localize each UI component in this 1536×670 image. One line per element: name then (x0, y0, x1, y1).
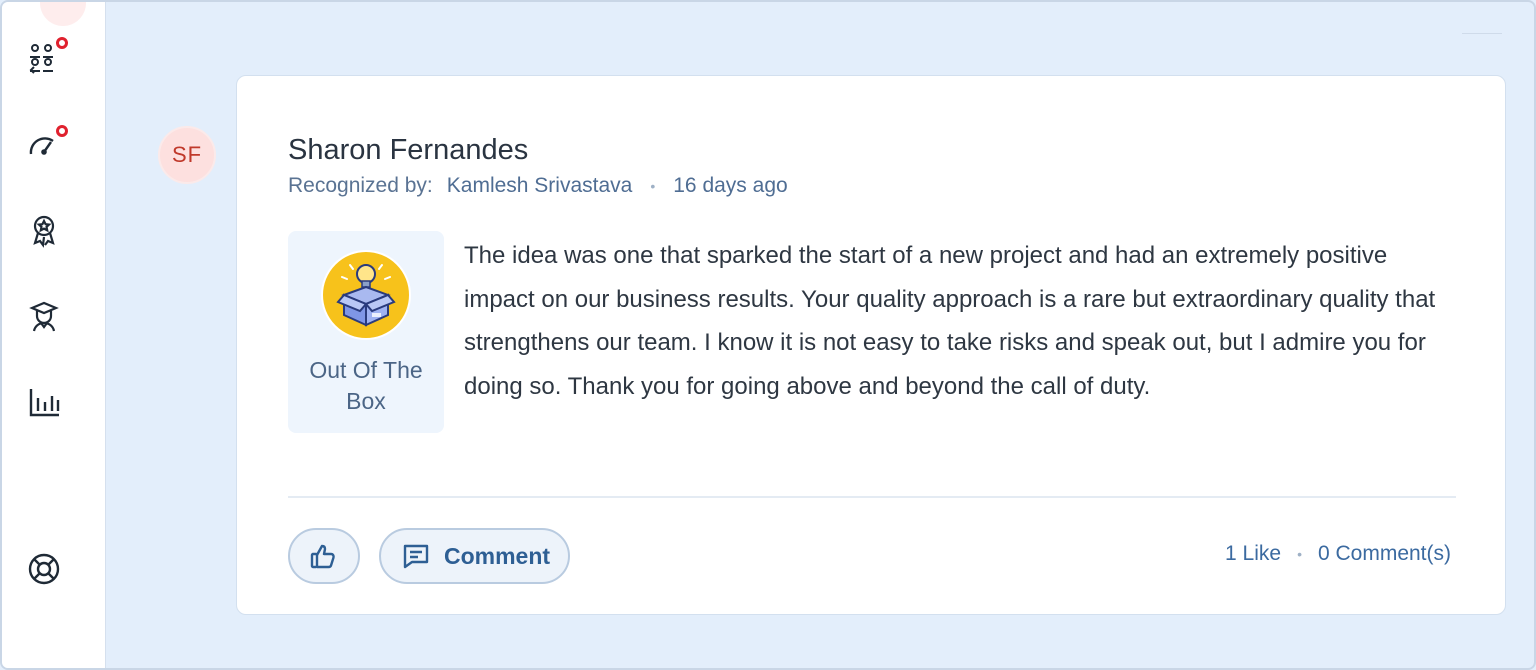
sidebar-item-learning[interactable] (24, 296, 64, 336)
engagement-stats: 1 Like • 0 Comment(s) (1225, 542, 1451, 566)
recognizer-name[interactable]: Kamlesh Srivastava (447, 174, 633, 198)
sidebar-item-team[interactable] (24, 37, 68, 78)
award-label: Out Of The Box (309, 357, 423, 414)
recognition-meta: Recognized by: Kamlesh Srivastava • 16 d… (288, 174, 788, 198)
notification-badge (56, 37, 68, 49)
award-badge: Out Of The Box (288, 231, 444, 433)
app-frame: SF Sharon Fernandes Recognized by: Kamle… (0, 0, 1536, 670)
recognition-message: The idea was one that sparked the start … (464, 242, 1436, 400)
graduate-icon (29, 301, 59, 332)
sidebar-top-highlight (40, 2, 86, 26)
recipient-name[interactable]: Sharon Fernandes (288, 134, 528, 167)
likes-count[interactable]: 1 Like (1225, 542, 1281, 566)
recognized-by-label: Recognized by: (288, 174, 433, 197)
avatar[interactable]: SF (158, 126, 216, 184)
sidebar (2, 2, 106, 668)
lifebuoy-icon (28, 553, 60, 585)
timestamp: 16 days ago (673, 174, 788, 197)
idea-box-icon (321, 250, 411, 340)
notification-badge (56, 125, 68, 137)
sidebar-item-analytics[interactable] (24, 382, 64, 422)
header-divider (1462, 33, 1502, 34)
comment-icon (403, 544, 429, 569)
like-button[interactable] (288, 528, 360, 584)
card-divider (288, 496, 1456, 498)
stats-separator: • (1297, 546, 1302, 562)
comment-button-label: Comment (444, 542, 551, 569)
sidebar-item-help[interactable] (24, 549, 64, 589)
comments-count[interactable]: 0 Comment(s) (1318, 542, 1451, 566)
sidebar-item-performance[interactable] (24, 123, 68, 163)
meta-separator: • (650, 178, 656, 194)
comment-button[interactable]: Comment (379, 528, 570, 584)
thumbs-up-icon (310, 544, 335, 569)
bar-chart-icon (29, 389, 60, 417)
sidebar-item-recognition[interactable] (24, 210, 64, 250)
award-ribbon-icon (33, 215, 55, 248)
